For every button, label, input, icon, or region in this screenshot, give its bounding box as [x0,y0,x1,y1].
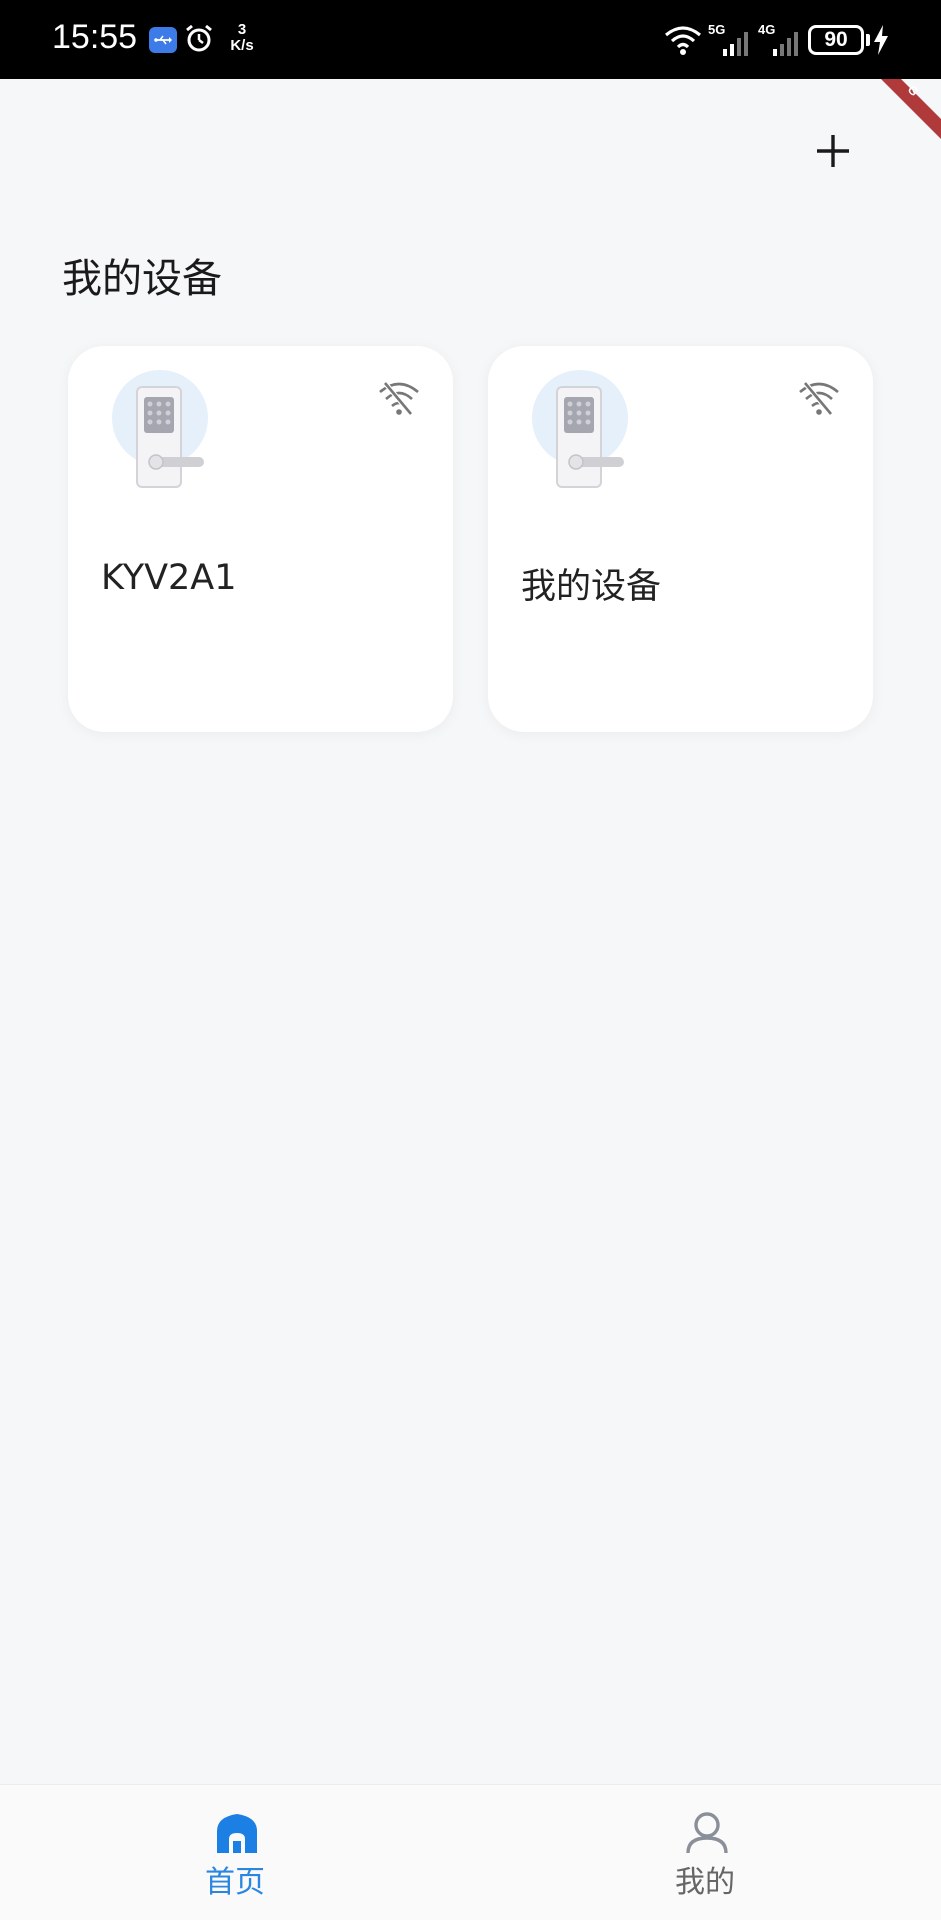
page-title: 我的设备 [62,256,222,302]
net-speed-unit: K/s [230,37,254,54]
device-name: 我的设备 [521,567,662,607]
nav-label-mine: 我的 [675,1865,735,1900]
status-time: 15:55 [52,18,138,56]
door-lock-image [532,370,628,488]
add-device-button[interactable] [808,126,858,176]
signal-bars-icon [773,32,798,56]
signal-4g: 4G [758,22,804,56]
usb-icon [149,27,177,53]
signal-bars-icon [723,32,748,56]
net-speed-value: 3 [237,21,247,38]
wifi-offline-icon [799,381,839,416]
signal-5g: 5G [708,22,754,56]
battery-level: 90 [808,25,864,55]
wifi-icon [664,26,702,55]
nav-label-home: 首页 [205,1865,265,1900]
wifi-offline-icon [379,381,419,416]
charging-icon [874,25,888,55]
device-card[interactable]: 我的设备 [488,346,873,732]
door-lock-image [112,370,208,488]
screen: 15:55 3 K/s 5G 4G 90 G 我的设备 KYV2A1 我的设备 … [0,0,941,1920]
plus-icon [817,135,849,167]
battery-tip [866,34,870,46]
nav-item-mine[interactable]: 我的 [605,1785,805,1920]
home-icon [217,1814,257,1853]
alarm-icon [186,24,212,52]
device-card[interactable]: KYV2A1 [68,346,453,732]
debug-ribbon: G [881,79,941,139]
status-bar: 15:55 3 K/s 5G 4G 90 [0,0,941,79]
nav-item-home[interactable]: 首页 [135,1785,335,1920]
device-name: KYV2A1 [101,558,237,598]
user-icon [686,1812,728,1854]
bottom-nav: 首页 我的 [0,1784,941,1920]
net-speed: 3 K/s [226,22,258,54]
